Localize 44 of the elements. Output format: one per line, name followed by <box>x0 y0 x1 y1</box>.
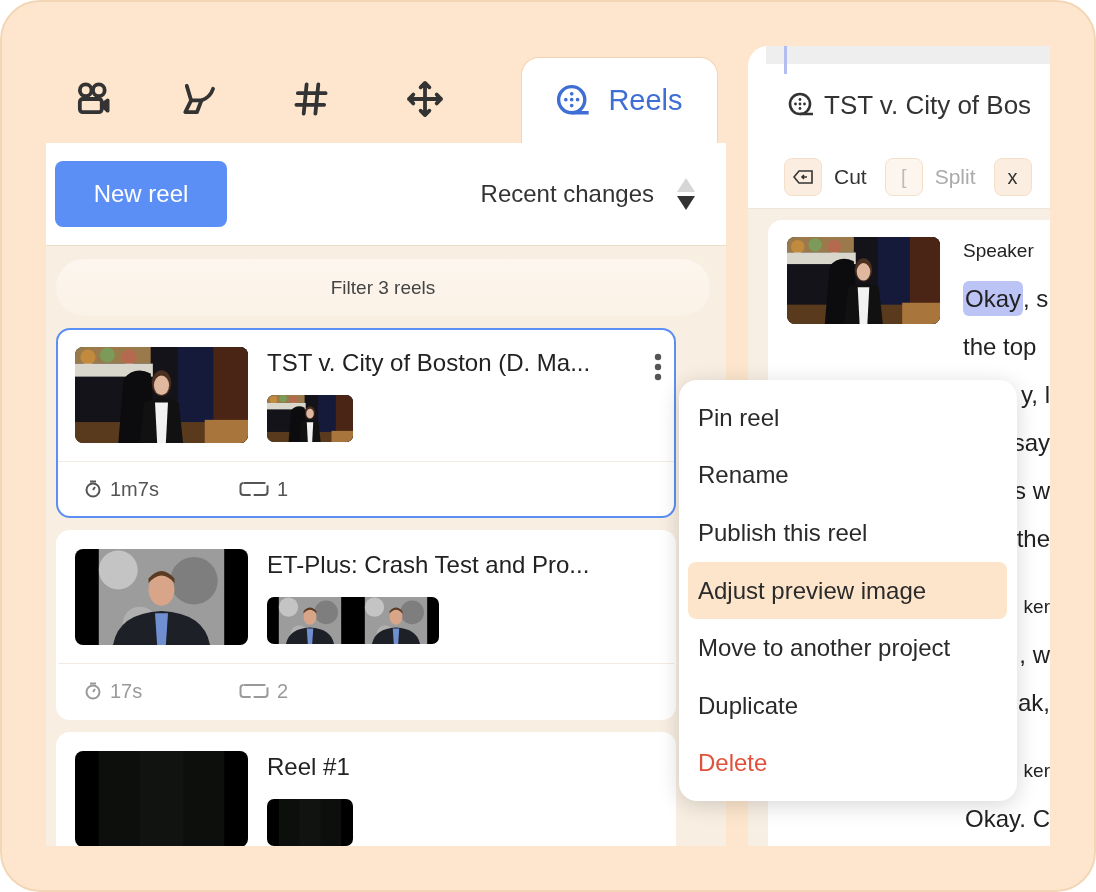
shortcut-key[interactable]: x <box>993 158 1032 196</box>
clip-icon <box>239 481 269 497</box>
menu-item[interactable]: Adjust preview image <box>688 561 1007 620</box>
hash-icon <box>292 79 330 118</box>
duration: 1m7s <box>110 477 159 501</box>
more-button[interactable] <box>652 352 664 382</box>
clip-count: 2 <box>277 679 289 703</box>
reel-card[interactable]: Reel #1 <box>56 732 676 846</box>
reel-title: ET-Plus: Crash Test and Pro... <box>267 551 590 579</box>
sort-dropdown[interactable]: Recent changes <box>480 176 696 212</box>
move-icon <box>406 79 444 118</box>
more-icon <box>652 352 664 382</box>
timer-icon <box>84 682 102 700</box>
reel-title: Reel #1 <box>267 753 351 781</box>
reel-card[interactable]: ET-Plus: Crash Test and Pro... 17s 2 <box>56 530 676 720</box>
reel-card[interactable]: TST v. City of Boston (D. Ma... 1m7s 1 <box>56 328 676 518</box>
duration: 17s <box>110 679 143 703</box>
menu-item[interactable]: Duplicate <box>688 676 1007 735</box>
clip-count: 1 <box>277 477 289 501</box>
backspace-icon <box>793 170 813 184</box>
speaker-label: ker <box>1022 595 1050 619</box>
sort-icon <box>676 176 696 212</box>
transcript-line: the top <box>963 332 1038 362</box>
menu-item[interactable]: Delete <box>688 734 1007 793</box>
menu-item[interactable]: Pin reel <box>688 389 1007 447</box>
transcript-line: , w <box>1018 640 1050 670</box>
menu-item[interactable]: Rename <box>688 446 1007 505</box>
speaker-label: ker <box>1022 759 1050 783</box>
reel-title: TST v. City of Bos <box>824 89 1032 121</box>
filter-field[interactable]: Filter 3 reels <box>56 259 710 316</box>
reel-icon <box>788 92 814 118</box>
clip-icon <box>239 683 269 699</box>
key-cap: [ <box>884 158 923 196</box>
reels-tab[interactable]: Reels <box>521 57 718 143</box>
transcript-line: Okay. C <box>964 804 1050 834</box>
transcript-line: ak, <box>1017 688 1050 718</box>
timer-icon <box>84 480 102 498</box>
menu-item[interactable]: Publish this reel <box>688 504 1007 562</box>
shortcut-button[interactable]: Cut <box>784 158 867 196</box>
menu-item[interactable]: Move to another project <box>688 619 1007 677</box>
transcript-line: the <box>1015 524 1050 554</box>
reel-title: TST v. City of Boston (D. Ma... <box>267 349 591 377</box>
transcript-line: y, l <box>1020 380 1050 410</box>
speaker-label: Speaker <box>963 239 1035 263</box>
